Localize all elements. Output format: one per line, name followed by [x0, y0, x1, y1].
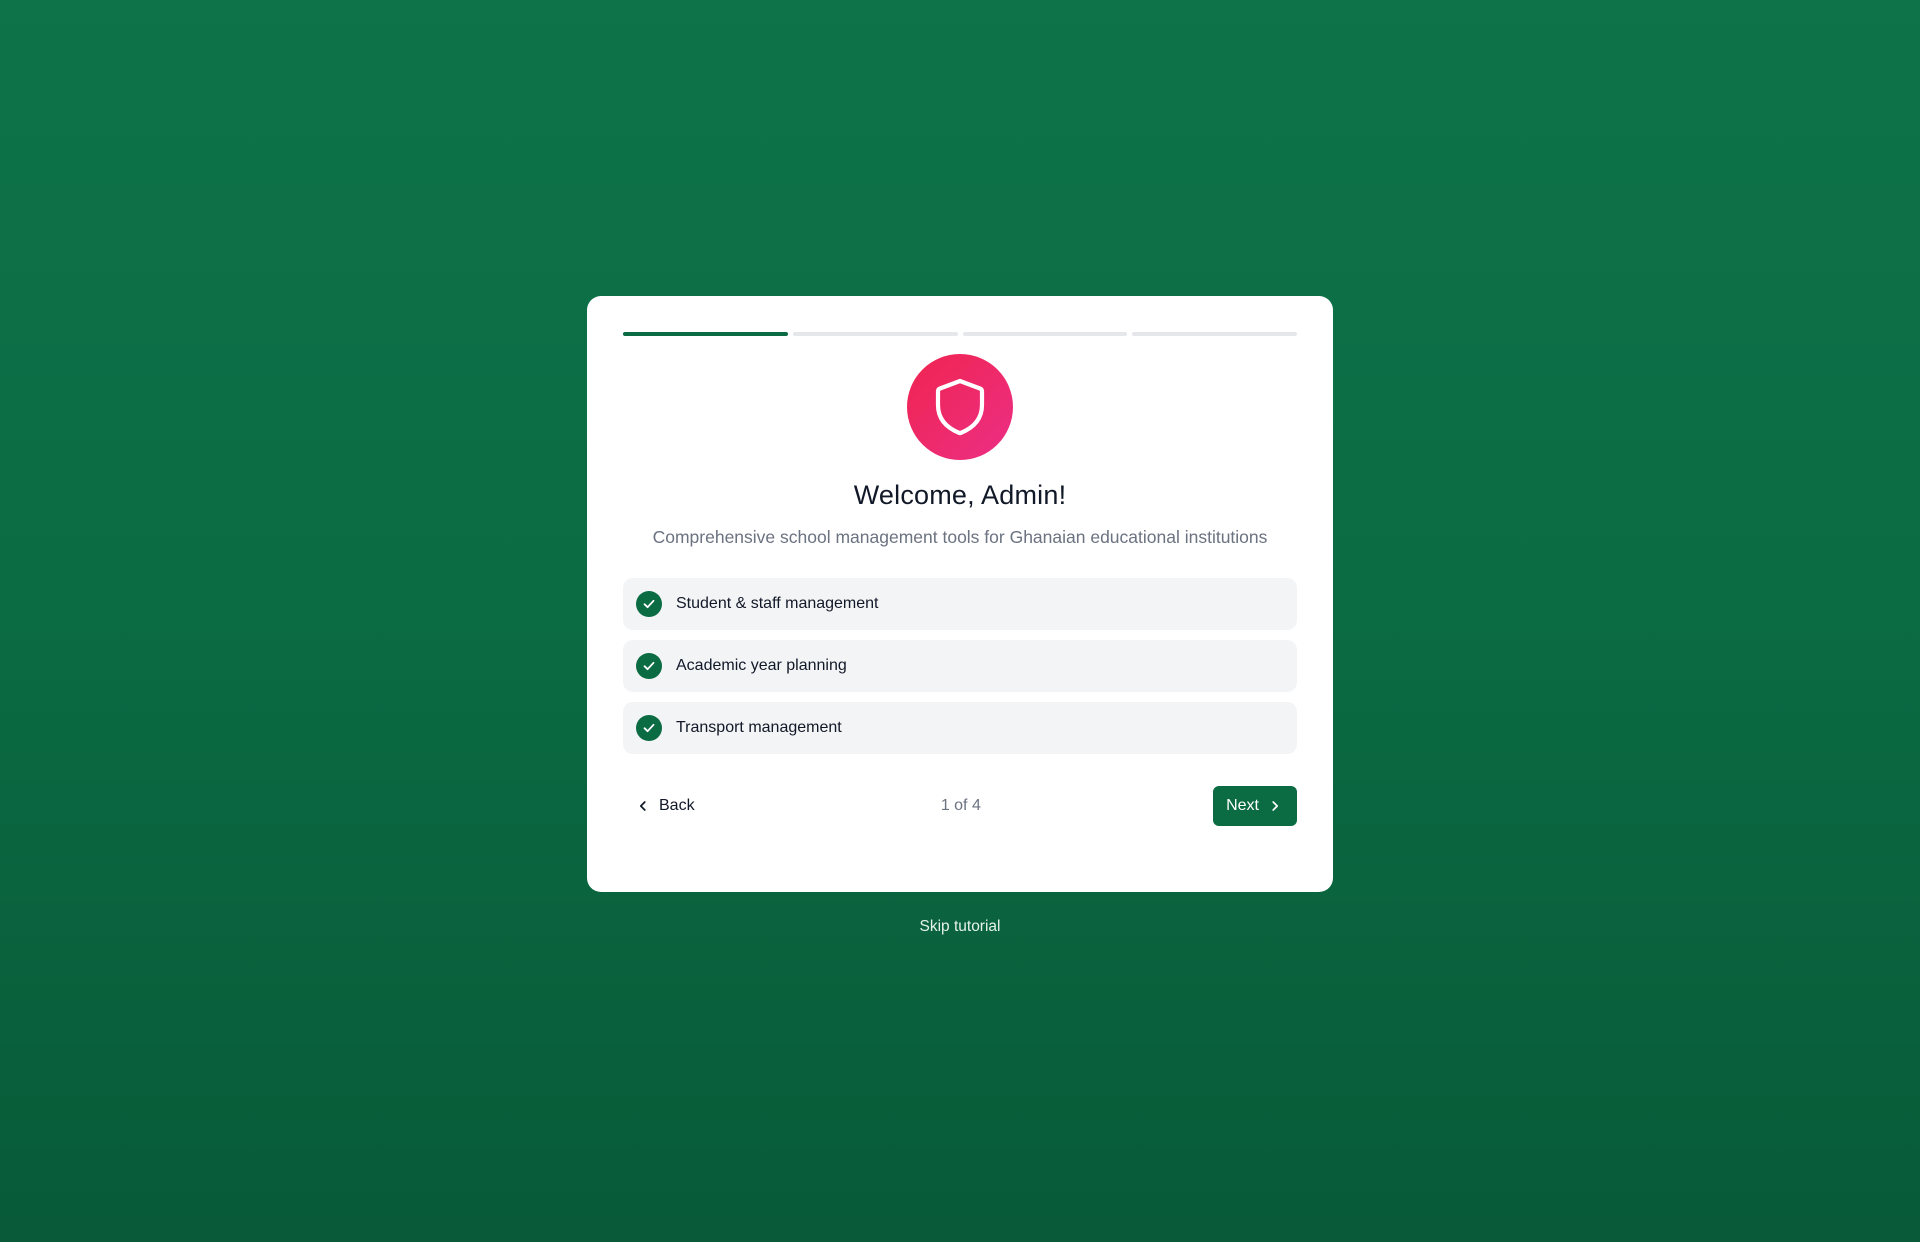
feature-item: Transport management: [623, 702, 1297, 754]
skip-tutorial-link[interactable]: Skip tutorial: [920, 918, 1001, 935]
progress-step-3: [962, 332, 1128, 336]
progress-step-1: [623, 332, 788, 336]
back-button-label: Back: [659, 797, 695, 814]
feature-item: Academic year planning: [623, 640, 1297, 692]
chevron-left-icon: [639, 801, 646, 811]
next-button-label: Next: [1226, 797, 1259, 814]
shield-icon: [935, 378, 985, 436]
check-icon: [636, 715, 662, 741]
feature-item: Student & staff management: [623, 578, 1297, 630]
progress-step-2: [792, 332, 958, 336]
feature-label: Academic year planning: [676, 657, 847, 674]
progress-step-4: [1132, 332, 1297, 336]
feature-label: Student & staff management: [676, 595, 879, 612]
feature-label: Transport management: [676, 719, 842, 736]
next-button[interactable]: Next: [1213, 786, 1297, 826]
progress-indicator: [623, 332, 1297, 336]
onboarding-card: Welcome, Admin! Comprehensive school man…: [587, 296, 1333, 892]
step-counter: 1 of 4: [940, 797, 981, 814]
page-subtitle: Comprehensive school management tools fo…: [652, 527, 1268, 547]
chevron-right-icon: [1272, 801, 1279, 811]
wizard-navigation: Back 1 of 4 Next: [623, 786, 1297, 826]
check-icon: [636, 653, 662, 679]
feature-list: Student & staff management Academic year…: [623, 578, 1297, 754]
page-title: Welcome, Admin!: [853, 480, 1067, 510]
hero-icon-circle: [907, 354, 1013, 460]
check-icon: [636, 591, 662, 617]
skip-tutorial-container: Skip tutorial: [0, 918, 1920, 936]
back-button[interactable]: Back: [623, 789, 709, 823]
